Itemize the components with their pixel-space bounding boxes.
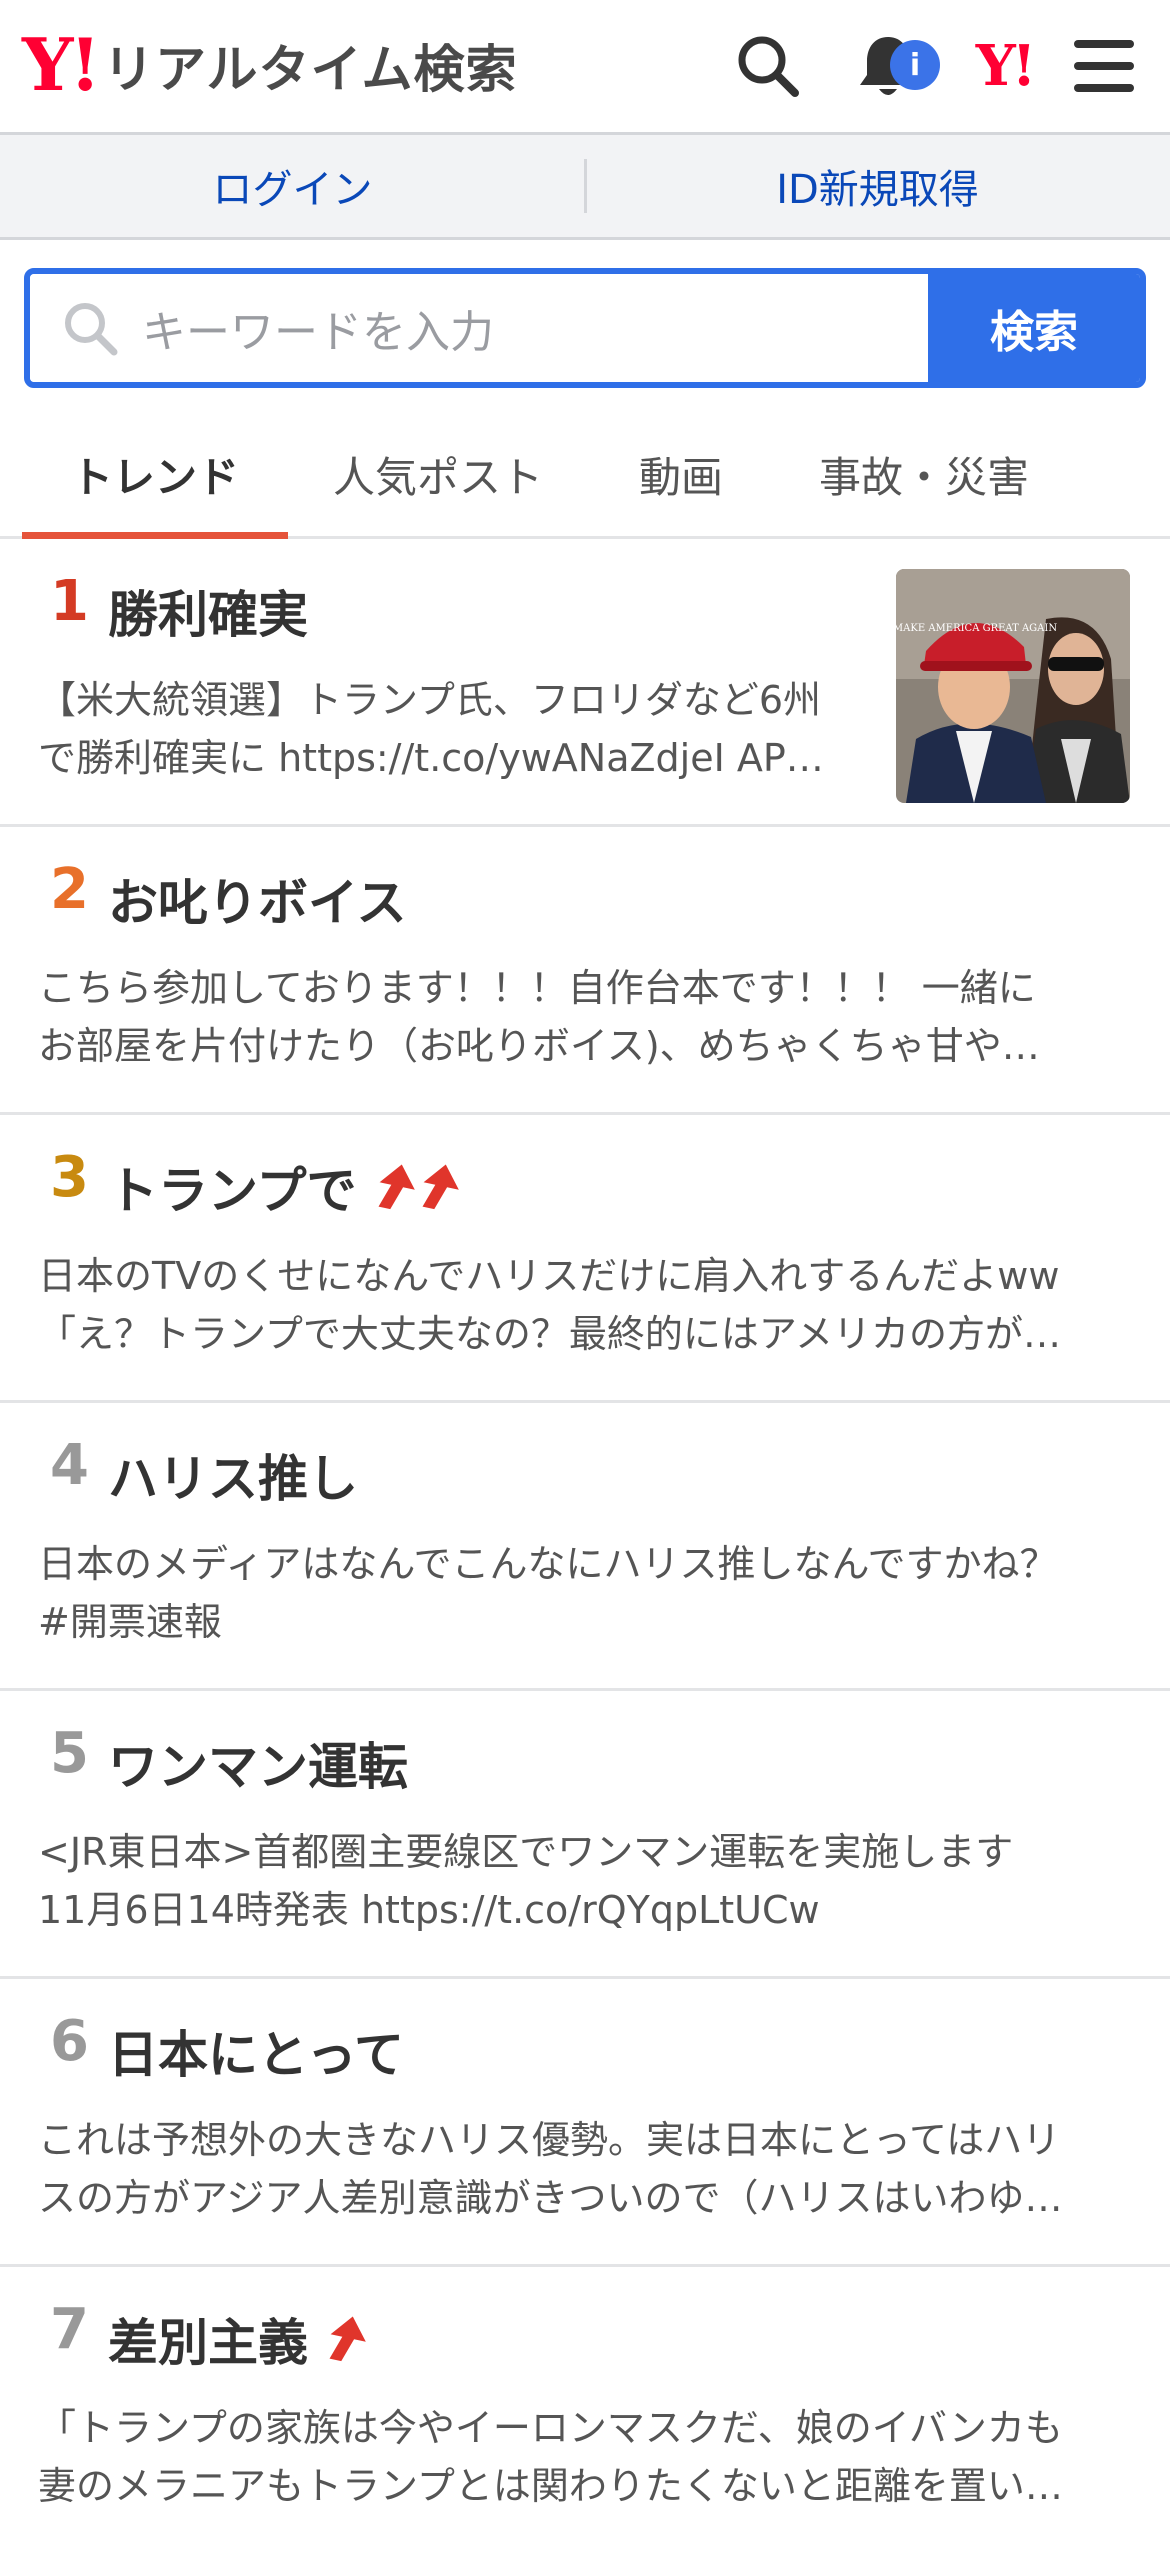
trend-title: 勝利確実: [108, 586, 308, 644]
trend-title-row: 差別主義: [108, 2303, 370, 2375]
snippet-line: 日本のTVのくせになんでハリスだけに肩入れするんだよww: [38, 1254, 1060, 1298]
search-field-icon: [65, 303, 118, 356]
trend-snippet: <JR東日本>首都圏主要線区でワンマン運転を実施します 11月6日14時発表 h…: [38, 1823, 1013, 1939]
snippet-line: スの方がアジア人差別意識がきついので（ハリスはいわゆ…: [38, 2176, 1063, 2220]
trend-title: ハリス推し: [108, 1450, 358, 1508]
snippet-line: 【米大統領選】トランプ氏、フロリダなど6州: [38, 678, 822, 722]
rising-arrow-icon: [422, 1164, 459, 1210]
trend-list: 1 勝利確実 【米大統領選】トランプ氏、フロリダなど6州 で勝利確実に http…: [0, 539, 1170, 2555]
category-tabs: トレンド 人気ポスト 動画 事故・災害: [0, 412, 1170, 539]
trend-thumbnail[interactable]: MAKE AMERICA GREAT AGAIN: [896, 569, 1130, 803]
trend-title: 日本にとって: [108, 2026, 404, 2084]
trend-snippet: 【米大統領選】トランプ氏、フロリダなど6州 で勝利確実に https://t.c…: [38, 671, 824, 787]
yahoo-top-link[interactable]: Y!: [962, 24, 1046, 108]
snippet-line: これは予想外の大きなハリス優勢。実は日本にとってはハリ: [38, 2118, 1061, 2162]
trend-rank: 5: [50, 1721, 89, 1786]
trend-title: ワンマン運転: [108, 1738, 408, 1796]
menu-icon[interactable]: [1062, 24, 1146, 108]
trend-snippet: これは予想外の大きなハリス優勢。実は日本にとってはハリ スの方がアジア人差別意識…: [38, 2111, 1062, 2227]
trend-rank: 1: [50, 569, 89, 634]
search-input[interactable]: キーワードを入力: [30, 274, 928, 382]
snippet-line: こちら参加しております！！！自作台本です！！！ 一緒に: [38, 966, 1036, 1010]
snippet-line: 「トランプの家族は今やイーロンマスクだ、娘のイバンカも: [38, 2406, 1063, 2450]
trend-item[interactable]: 6 日本にとって これは予想外の大きなハリス優勢。実は日本にとってはハリ スの方…: [0, 1979, 1170, 2267]
tab-trend[interactable]: トレンド: [22, 412, 288, 539]
tab-video[interactable]: 動画: [588, 412, 774, 536]
hat-text: MAKE AMERICA GREAT AGAIN: [896, 623, 1057, 634]
search-icon[interactable]: [726, 24, 810, 108]
notification-bell-button[interactable]: i: [846, 24, 940, 108]
rising-arrow-icon: [378, 1164, 415, 1210]
snippet-line: で勝利確実に https://t.co/ywANaZdjeI AP…: [38, 736, 824, 780]
auth-divider: [584, 159, 587, 213]
trend-rank: 6: [50, 2009, 89, 2074]
trend-rank: 4: [50, 1433, 89, 1498]
snippet-line: 11月6日14時発表 https://t.co/rQYqpLtUCw: [38, 1888, 820, 1932]
trend-snippet: 「トランプの家族は今やイーロンマスクだ、娘のイバンカも 妻のメラニアもトランプと…: [38, 2399, 1063, 2515]
login-link[interactable]: ログイン: [0, 135, 585, 237]
logo-text: リアルタイム検索: [103, 41, 518, 100]
search-button[interactable]: 検索: [928, 274, 1140, 382]
snippet-line: #開票速報: [38, 1600, 222, 1644]
app-header: Y! リアルタイム検索 i Y!: [0, 0, 1170, 135]
trend-snippet: 日本のメディアはなんでこんなにハリス推しなんですかね？ #開票速報: [38, 1535, 1058, 1651]
yahoo-mini-logo: Y!: [975, 33, 1037, 99]
trend-title: お叱りボイス: [108, 874, 407, 932]
tab-accident-disaster[interactable]: 事故・災害: [774, 412, 1074, 536]
notification-badge: i: [890, 40, 940, 90]
trend-title: トランプで: [108, 1162, 357, 1220]
trend-item[interactable]: 3 トランプで 日本のTVのくせになんでハリスだけに肩入れするんだよww 「え？…: [0, 1115, 1170, 1403]
auth-bar: ログイン ID新規取得: [0, 135, 1170, 240]
snippet-line: 妻のメラニアもトランプとは関わりたくないと距離を置い…: [38, 2464, 1063, 2508]
snippet-line: 「え？トランプで大丈夫なの？最終的にはアメリカの方が…: [38, 1312, 1061, 1356]
trend-item[interactable]: 4 ハリス推し 日本のメディアはなんでこんなにハリス推しなんですかね？ #開票速…: [0, 1403, 1170, 1691]
rising-arrows: [326, 2314, 370, 2364]
trend-snippet: こちら参加しております！！！自作台本です！！！ 一緒に お部屋を片付けたり（お叱…: [38, 959, 1040, 1075]
snippet-line: お部屋を片付けたり（お叱りボイス)、めちゃくちゃ甘や…: [38, 1024, 1040, 1068]
logo-mark: Y!: [22, 22, 101, 107]
trend-rank: 2: [50, 857, 89, 922]
trend-rank: 3: [50, 1145, 89, 1210]
snippet-line: 日本のメディアはなんでこんなにハリス推しなんですかね？: [38, 1542, 1058, 1586]
trend-rank: 7: [50, 2297, 89, 2362]
search-bar: キーワードを入力 検索: [24, 268, 1146, 388]
trend-item[interactable]: 5 ワンマン運転 <JR東日本>首都圏主要線区でワンマン運転を実施します 11月…: [0, 1691, 1170, 1979]
snippet-line: <JR東日本>首都圏主要線区でワンマン運転を実施します: [38, 1830, 1014, 1874]
trend-title-row: トランプで: [108, 1151, 463, 1223]
yahoo-realtime-logo[interactable]: Y! リアルタイム検索: [22, 22, 518, 107]
search-placeholder: キーワードを入力: [142, 307, 494, 358]
trend-item[interactable]: 1 勝利確実 【米大統領選】トランプ氏、フロリダなど6州 で勝利確実に http…: [0, 539, 1170, 827]
rising-arrow-icon: [329, 2316, 366, 2362]
rising-arrows: [375, 1162, 463, 1212]
trend-item[interactable]: 2 お叱りボイス こちら参加しております！！！自作台本です！！！ 一緒に お部屋…: [0, 827, 1170, 1115]
trend-snippet: 日本のTVのくせになんでハリスだけに肩入れするんだよww 「え？トランプで大丈夫…: [38, 1247, 1061, 1363]
trend-title: 差別主義: [108, 2314, 308, 2372]
trend-item[interactable]: 7 差別主義 「トランプの家族は今やイーロンマスクだ、娘のイバンカも 妻のメラニ…: [0, 2267, 1170, 2555]
tab-popular-posts[interactable]: 人気ポスト: [288, 412, 588, 536]
signup-link[interactable]: ID新規取得: [585, 135, 1170, 237]
